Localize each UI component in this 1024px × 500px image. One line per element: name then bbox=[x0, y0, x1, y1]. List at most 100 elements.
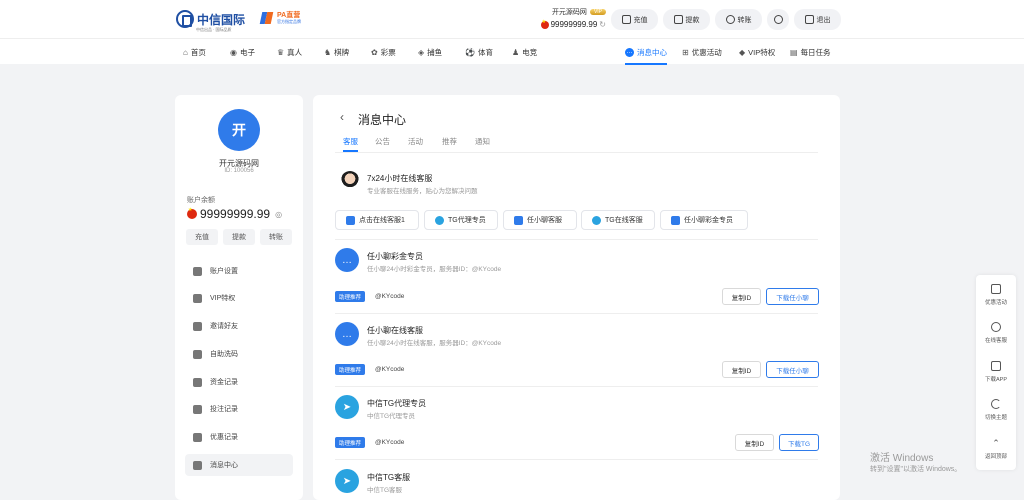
nav-lottery[interactable]: ✿ 彩票 bbox=[371, 39, 396, 65]
tg-online-button[interactable]: TG在线客服 bbox=[581, 210, 655, 230]
recommend-tag: 助理推荐 bbox=[335, 437, 366, 448]
moon-icon bbox=[991, 399, 1001, 409]
nav-daily-tasks[interactable]: ▤ 每日任务 bbox=[790, 39, 831, 65]
site-logo[interactable]: 中信国际 中信出品 · 国际品质 bbox=[176, 10, 246, 32]
download-rxl-button[interactable]: 下载任小聊 bbox=[766, 361, 819, 378]
copy-id-button[interactable]: 复制ID bbox=[722, 361, 761, 378]
logo-text: 中信国际 bbox=[197, 12, 246, 27]
nav-live[interactable]: ♛ 真人 bbox=[277, 39, 302, 65]
float-label: 返回顶部 bbox=[984, 454, 1007, 460]
menu-promo-records[interactable]: 优惠记录 bbox=[185, 426, 293, 448]
profile-balance: 99999999.99 ◎ bbox=[187, 207, 282, 221]
gift-icon: ⊞ bbox=[682, 47, 689, 57]
recommend-tag: 助理推荐 bbox=[335, 291, 366, 302]
header-username: 开元源码网 bbox=[551, 9, 587, 16]
menu-account-settings[interactable]: 账户设置 bbox=[185, 260, 293, 282]
menu-bets[interactable]: 投注记录 bbox=[185, 398, 293, 420]
nav-chess[interactable]: ♞ 棋牌 bbox=[324, 39, 349, 65]
menu-funds[interactable]: 资金记录 bbox=[185, 371, 293, 393]
logout-label: 退出 bbox=[816, 16, 831, 24]
nav-label: 真人 bbox=[287, 47, 303, 57]
bets-icon bbox=[193, 404, 202, 414]
rxl-bonus-button[interactable]: 任小聊彩金专员 bbox=[660, 210, 748, 230]
menu-message-center[interactable]: 消息中心 bbox=[185, 454, 293, 476]
contact-handle: @KYcode bbox=[375, 366, 405, 373]
live-icon: ♛ bbox=[277, 47, 285, 57]
funds-icon bbox=[193, 377, 202, 387]
download-rxl-button[interactable]: 下载任小聊 bbox=[766, 288, 819, 305]
float-download-app[interactable]: 下载APP bbox=[976, 361, 1016, 383]
menu-rebate[interactable]: 自助洗码 bbox=[185, 343, 293, 365]
copy-id-button[interactable]: 复制ID bbox=[735, 434, 774, 451]
gift-icon bbox=[991, 284, 1001, 294]
tg-agent-button[interactable]: TG代理专员 bbox=[424, 210, 498, 230]
profile-deposit-button[interactable]: 充值 bbox=[186, 229, 218, 245]
tab-notifications[interactable]: 通知 bbox=[475, 136, 490, 147]
tab-activities[interactable]: 活动 bbox=[408, 136, 423, 147]
float-back-to-top[interactable]: ⌃ 返回顶部 bbox=[976, 438, 1016, 460]
eye-off-icon[interactable]: ◎ bbox=[275, 210, 282, 219]
lottery-icon: ✿ bbox=[371, 47, 378, 57]
service-title: 7x24小时在线客服 bbox=[367, 174, 433, 183]
menu-label: 资金记录 bbox=[210, 379, 238, 386]
main-nav: ⌂ 首页 ◉ 电子 ♛ 真人 ♞ 棋牌 ✿ 彩票 ◈ 捕鱼 ⚽ 体育 ♟ 电竞 … 消息中心 ⊞ 优… bbox=[0, 38, 1024, 65]
copy-id-button[interactable]: 复制ID bbox=[722, 288, 761, 305]
refresh-icon[interactable]: ↻ bbox=[599, 20, 606, 29]
profile-withdraw-button[interactable]: 提款 bbox=[223, 229, 255, 245]
float-promotions[interactable]: 优惠活动 bbox=[976, 284, 1016, 306]
button-label: 任小聊客服 bbox=[527, 217, 562, 224]
telegram-icon: ➤ bbox=[335, 395, 359, 419]
menu-vip[interactable]: VIP特权 bbox=[185, 287, 293, 309]
nav-promotions[interactable]: ⊞ 优惠活动 bbox=[682, 39, 722, 65]
profile-transfer-button[interactable]: 转账 bbox=[260, 229, 292, 245]
header-balance: 99999999.99 bbox=[550, 20, 598, 29]
card-subtitle: 任小聊24小时在线客服，服务器ID：@KYcode bbox=[367, 340, 502, 347]
float-label: 优惠活动 bbox=[984, 300, 1007, 306]
windows-activation-hint: 转到"设置"以激活 Windows。 bbox=[870, 466, 962, 473]
nav-esports[interactable]: ♟ 电竞 bbox=[512, 39, 537, 65]
withdraw-icon bbox=[673, 15, 683, 24]
avatar: 开 bbox=[218, 109, 260, 151]
partner-subtitle: 官方指定品牌 bbox=[277, 18, 301, 24]
download-tg-button[interactable]: 下载TG bbox=[779, 434, 819, 451]
tab-announcements[interactable]: 公告 bbox=[375, 136, 390, 147]
online-service-button[interactable]: 点击在线客服1 bbox=[335, 210, 419, 230]
phone-icon bbox=[991, 361, 1001, 371]
user-profile-button[interactable] bbox=[767, 9, 789, 30]
withdraw-button[interactable]: 提款 bbox=[663, 9, 710, 30]
vip-badge: VIP bbox=[589, 9, 606, 15]
nav-sports[interactable]: ⚽ 体育 bbox=[465, 39, 493, 65]
partner-logo: PA直营 官方指定品牌 bbox=[260, 11, 301, 25]
invite-icon bbox=[193, 321, 202, 331]
profile-id: ID: 100056 bbox=[224, 168, 254, 174]
tab-recommend[interactable]: 推荐 bbox=[442, 136, 457, 147]
menu-invite[interactable]: 邀请好友 bbox=[185, 315, 293, 337]
menu-label: 消息中心 bbox=[210, 462, 238, 469]
card-title: 任小聊在线客服 bbox=[367, 326, 423, 335]
vip-icon bbox=[193, 293, 202, 303]
nav-vip[interactable]: ◆ VIP特权 bbox=[739, 39, 775, 65]
button-label: 任小聊彩金专员 bbox=[684, 217, 733, 224]
float-label: 下载APP bbox=[984, 377, 1007, 383]
menu-label: 账户设置 bbox=[210, 268, 238, 275]
deposit-button[interactable]: 充值 bbox=[611, 9, 658, 30]
nav-message-center[interactable]: … 消息中心 bbox=[625, 39, 667, 65]
nav-home[interactable]: ⌂ 首页 bbox=[183, 39, 206, 65]
user-icon bbox=[773, 15, 783, 24]
float-online-service[interactable]: 在线客服 bbox=[976, 322, 1016, 344]
logout-button[interactable]: 退出 bbox=[794, 9, 841, 30]
contact-handle: @KYcode bbox=[375, 293, 405, 300]
nav-slots[interactable]: ◉ 电子 bbox=[230, 39, 255, 65]
tab-service[interactable]: 客服 bbox=[343, 136, 358, 152]
float-theme-toggle[interactable]: 切换主题 bbox=[976, 399, 1016, 421]
rxl-service-button[interactable]: 任小聊客服 bbox=[503, 210, 577, 230]
back-chevron-icon[interactable]: ‹ bbox=[340, 110, 344, 124]
deposit-label: 充值 bbox=[633, 16, 648, 24]
transfer-button[interactable]: 转账 bbox=[715, 9, 762, 30]
nav-label: 体育 bbox=[477, 47, 493, 57]
calendar-icon: ▤ bbox=[790, 47, 798, 57]
nav-label: VIP特权 bbox=[748, 47, 776, 57]
nav-fishing[interactable]: ◈ 捕鱼 bbox=[418, 39, 442, 65]
divider bbox=[335, 239, 818, 240]
telegram-icon bbox=[435, 215, 444, 225]
